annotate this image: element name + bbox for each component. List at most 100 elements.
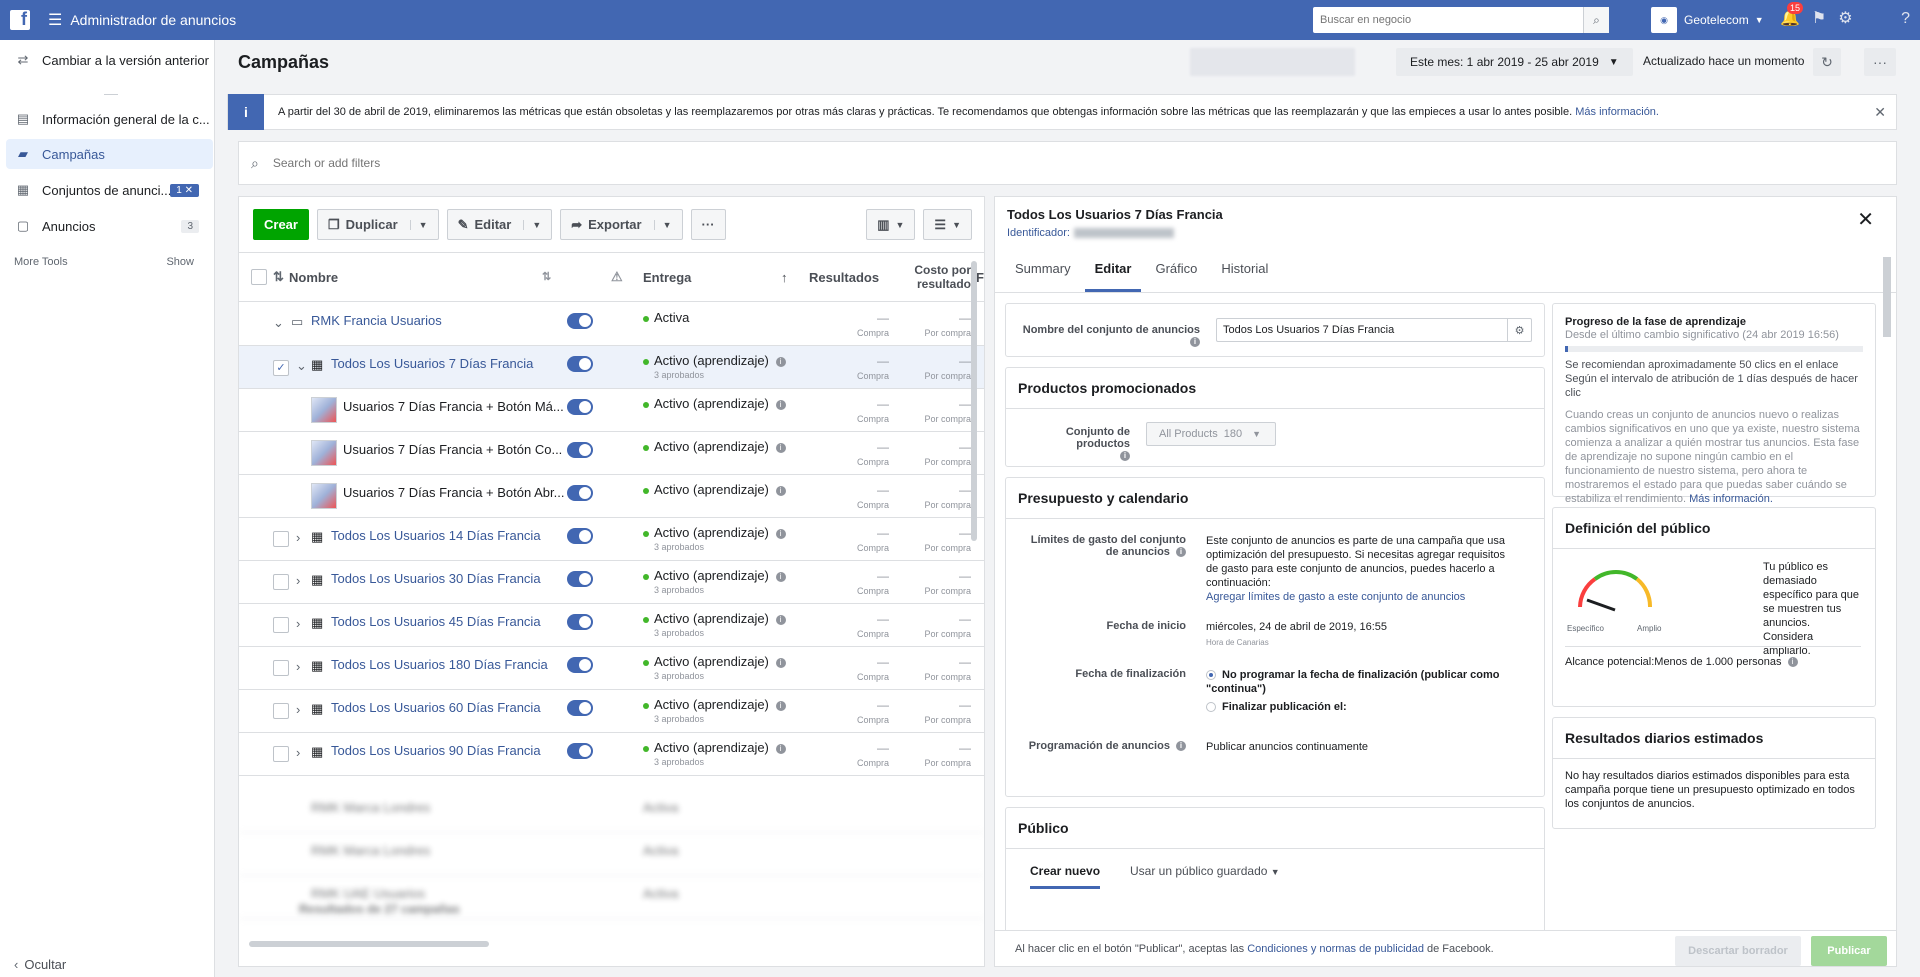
product-set-select[interactable]: All Products 180 ▼	[1146, 422, 1276, 446]
create-button[interactable]: Crear	[253, 209, 309, 240]
row-name[interactable]: Todos Los Usuarios 7 Días Francia	[331, 356, 533, 371]
flag-icon[interactable]: ⚑	[1812, 8, 1826, 28]
chevron-down-icon[interactable]: ⌄	[273, 315, 284, 331]
row-checkbox[interactable]	[273, 703, 289, 719]
chevron-right-icon[interactable]: ›	[296, 530, 300, 545]
start-date-value[interactable]: miércoles, 24 de abril de 2019, 16:55	[1206, 620, 1387, 634]
tab-chart[interactable]: Gráfico	[1145, 251, 1207, 292]
column-delivery[interactable]: Entrega	[643, 270, 691, 285]
sidebar-item-adsets[interactable]: ▦ Conjuntos de anunci... 1 ✕	[0, 175, 213, 205]
row-checkbox[interactable]	[273, 617, 289, 633]
help-icon[interactable]: ?	[1901, 10, 1910, 28]
columns-button[interactable]: ▥ ▼	[866, 209, 916, 240]
notice-more-info-link[interactable]: Más información.	[1575, 106, 1659, 118]
chevron-down-icon[interactable]: ▼	[409, 219, 428, 230]
tab-edit[interactable]: Editar	[1084, 251, 1142, 292]
tab-history[interactable]: Historial	[1211, 251, 1278, 292]
filter-input[interactable]	[272, 156, 1073, 170]
column-cost-per-result[interactable]: Costo por resultado	[899, 263, 971, 291]
publish-button[interactable]: Publicar	[1811, 936, 1887, 966]
status-toggle[interactable]	[567, 399, 593, 415]
end-option-date[interactable]: Finalizar publicación el:	[1206, 700, 1347, 714]
table-row[interactable]: › ▦ Todos Los Usuarios 180 Días Francia Act…	[239, 647, 984, 690]
radio-unselected[interactable]	[1206, 702, 1216, 713]
close-icon[interactable]: ✕	[1857, 207, 1874, 232]
more-actions-button[interactable]: ···	[690, 209, 726, 240]
sort-arrows-icon[interactable]: ⇅	[542, 270, 551, 283]
row-name[interactable]: Usuarios 7 Días Francia + Botón Má...	[343, 399, 564, 414]
chevron-down-icon[interactable]: ▼	[653, 219, 672, 230]
adset-name-input[interactable]: Todos Los Usuarios 7 Días Francia ⚙	[1216, 318, 1532, 342]
row-name[interactable]: Todos Los Usuarios 45 Días Francia	[331, 614, 541, 629]
duplicate-button[interactable]: ❐ Duplicar ▼	[316, 209, 439, 240]
selection-count-badge[interactable]: 1 ✕	[170, 183, 199, 197]
breakdown-button[interactable]: ☰ ▼	[923, 209, 972, 240]
table-row[interactable]: › ▦ Todos Los Usuarios 90 Días Francia Acti…	[239, 733, 984, 776]
status-toggle[interactable]	[567, 485, 593, 501]
vertical-scrollbar[interactable]	[971, 261, 977, 541]
column-results[interactable]: Resultados	[809, 270, 879, 285]
edit-button[interactable]: ✎ Editar ▼	[446, 209, 553, 240]
row-checkbox[interactable]	[273, 531, 289, 547]
chevron-right-icon[interactable]: ›	[296, 659, 300, 674]
row-checkbox[interactable]	[273, 574, 289, 590]
row-name[interactable]: Todos Los Usuarios 90 Días Francia	[331, 743, 541, 758]
table-row[interactable]: Usuarios 7 Días Francia + Botón Má... Act…	[239, 389, 984, 432]
chevron-right-icon[interactable]: ›	[296, 573, 300, 588]
row-checkbox[interactable]	[273, 746, 289, 762]
status-toggle[interactable]	[567, 571, 593, 587]
row-name[interactable]: Todos Los Usuarios 30 Días Francia	[331, 571, 541, 586]
discard-draft-button[interactable]: Descartar borrador	[1675, 936, 1801, 966]
chevron-down-icon[interactable]: ⌄	[296, 358, 307, 374]
row-name[interactable]: Usuarios 7 Días Francia + Botón Abr...	[343, 485, 564, 500]
status-toggle[interactable]	[567, 657, 593, 673]
close-icon[interactable]: ✕	[1874, 104, 1886, 121]
sidebar-item-switch-version[interactable]: ⇄ Cambiar a la versión anterior	[0, 45, 213, 75]
ad-scheduling-value[interactable]: Publicar anuncios continuamente	[1206, 740, 1368, 754]
account-switcher[interactable]: ◉ Geotelecom ▼	[1651, 7, 1764, 33]
panel-scrollbar[interactable]	[1883, 257, 1891, 337]
table-row[interactable]: ⌄ ▭ RMK Francia Usuarios Activa — Compra — Por …	[239, 303, 984, 346]
learning-more-info-link[interactable]: Más información.	[1689, 493, 1773, 505]
end-option-continuous[interactable]: No programar la fecha de finalización (p…	[1206, 668, 1506, 696]
row-name[interactable]: Usuarios 7 Días Francia + Botón Co...	[343, 442, 562, 457]
status-toggle[interactable]	[567, 528, 593, 544]
facebook-logo[interactable]: f	[10, 9, 30, 30]
table-row[interactable]: Usuarios 7 Días Francia + Botón Abr... Ac…	[239, 475, 984, 518]
status-toggle[interactable]	[567, 614, 593, 630]
chevron-down-icon[interactable]: ▼	[523, 219, 541, 230]
horizontal-scrollbar[interactable]	[249, 941, 489, 947]
gear-icon[interactable]: ⚙	[1507, 319, 1531, 341]
chevron-right-icon[interactable]: ›	[296, 745, 300, 760]
radio-selected[interactable]	[1206, 670, 1216, 681]
tab-summary[interactable]: Summary	[1005, 251, 1081, 292]
refresh-button[interactable]: ↻	[1813, 48, 1841, 76]
tab-saved-audience[interactable]: Usar un público guardado ▼	[1130, 864, 1280, 878]
table-row[interactable]: Usuarios 7 Días Francia + Botón Co... Act…	[239, 432, 984, 475]
sort-up-icon[interactable]: ↑	[781, 270, 788, 285]
row-checkbox[interactable]: ✓	[273, 359, 289, 376]
show-more-tools-link[interactable]: Show	[166, 256, 194, 268]
notifications-icon[interactable]: 🔔 15	[1780, 2, 1804, 28]
sort-icon[interactable]: ⇅	[273, 269, 284, 285]
table-row[interactable]: › ▦ Todos Los Usuarios 60 Días Francia Acti…	[239, 690, 984, 733]
table-row[interactable]: › ▦ Todos Los Usuarios 30 Días Francia Acti…	[239, 561, 984, 604]
status-toggle[interactable]	[567, 442, 593, 458]
table-row[interactable]: ✓ ⌄ ▦ Todos Los Usuarios 7 Días Francia Acti…	[239, 346, 984, 389]
chevron-right-icon[interactable]: ›	[296, 616, 300, 631]
menu-icon[interactable]: ☰	[48, 10, 62, 30]
export-button[interactable]: ➦ Exportar ▼	[560, 209, 683, 240]
terms-link[interactable]: Condiciones y normas de publicidad	[1247, 943, 1424, 955]
sidebar-item-campaigns[interactable]: ▰ Campañas	[6, 139, 213, 169]
gear-icon[interactable]: ⚙	[1838, 8, 1852, 28]
row-name[interactable]: RMK Francia Usuarios	[311, 313, 442, 328]
date-range-picker[interactable]: Este mes: 1 abr 2019 - 25 abr 2019 ▼	[1396, 48, 1633, 76]
sidebar-item-ads[interactable]: ▢ Anuncios 3	[0, 211, 213, 241]
more-options-button[interactable]: ···	[1864, 48, 1896, 76]
table-row[interactable]: › ▦ Todos Los Usuarios 14 Días Francia Acti…	[239, 518, 984, 561]
sidebar-item-overview[interactable]: ▤ Información general de la c...	[0, 104, 213, 134]
business-search-input[interactable]	[1313, 14, 1583, 26]
row-name[interactable]: Todos Los Usuarios 180 Días Francia	[331, 657, 548, 672]
row-name[interactable]: Todos Los Usuarios 14 Días Francia	[331, 528, 541, 543]
status-toggle[interactable]	[567, 356, 593, 372]
